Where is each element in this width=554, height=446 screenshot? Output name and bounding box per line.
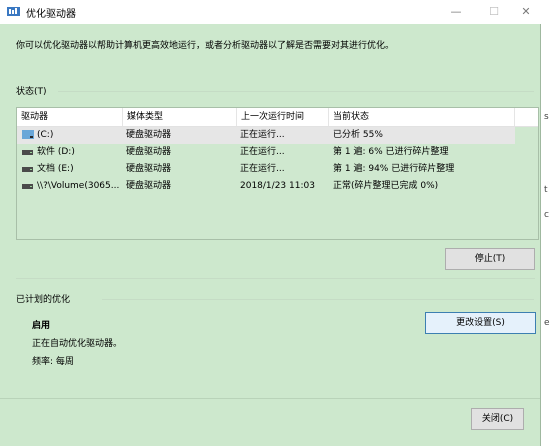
optimize-drives-window: 优化驱动器 — ☐ ✕ 你可以优化驱动器以帮助计算机更高效地运行，或者分析驱动器… <box>0 0 541 446</box>
scheduled-section-label: 已计划的优化 <box>16 295 71 305</box>
footer-divider <box>0 398 540 399</box>
scheduled-top-divider <box>16 278 535 279</box>
drive-status: 已分析 55% <box>333 130 383 140</box>
drive-status: 第 1 遍: 6% 已进行碎片整理 <box>333 147 449 157</box>
minimize-button[interactable]: — <box>443 3 469 21</box>
drive-last-run: 正在运行... <box>240 130 285 140</box>
drive-name: 文档 (E:) <box>37 164 74 174</box>
drive-media-type: 硬盘驱动器 <box>126 181 172 191</box>
drive-last-run: 正在运行... <box>240 164 285 174</box>
drive-row[interactable]: (C:) 硬盘驱动器 正在运行... 已分析 55% <box>17 127 515 144</box>
drive-name: 软件 (D:) <box>37 147 75 157</box>
background-fragment: c <box>544 210 549 220</box>
close-button[interactable]: 关闭(C) <box>471 408 524 430</box>
background-fragment: e <box>544 318 550 328</box>
drive-row[interactable]: 文档 (E:) 硬盘驱动器 正在运行... 第 1 遍: 94% 已进行碎片整理 <box>17 161 515 178</box>
drive-last-run: 正在运行... <box>240 147 285 157</box>
scheduled-frequency: 频率: 每周 <box>32 357 74 367</box>
column-header-drive[interactable]: 驱动器 <box>17 108 123 126</box>
close-window-button[interactable]: ✕ <box>513 3 539 21</box>
drive-name: (C:) <box>37 130 54 140</box>
scheduled-detail: 正在自动优化驱动器。 <box>32 339 123 349</box>
status-divider <box>58 91 534 92</box>
background-fragment: t <box>544 185 548 195</box>
hard-drive-icon <box>22 184 33 189</box>
drive-status: 第 1 遍: 94% 已进行碎片整理 <box>333 164 455 174</box>
maximize-button[interactable]: ☐ <box>481 3 507 21</box>
drive-media-type: 硬盘驱动器 <box>126 147 172 157</box>
background-window-edge: s t c e <box>541 0 554 446</box>
change-settings-button[interactable]: 更改设置(S) <box>425 312 536 334</box>
scheduled-state: 启用 <box>32 321 51 331</box>
column-header-current-status[interactable]: 当前状态 <box>329 108 515 126</box>
hard-drive-icon <box>22 167 33 172</box>
drive-name: \\?\Volume(3065... <box>37 181 120 191</box>
drive-row[interactable]: 软件 (D:) 硬盘驱动器 正在运行... 第 1 遍: 6% 已进行碎片整理 <box>17 144 515 161</box>
stop-button[interactable]: 停止(T) <box>445 248 535 270</box>
status-section-label: 状态(T) <box>16 87 47 97</box>
drive-row[interactable]: \\?\Volume(3065... 硬盘驱动器 2018/1/23 11:03… <box>17 178 515 195</box>
description-text: 你可以优化驱动器以帮助计算机更高效地运行，或者分析驱动器以了解是否需要对其进行优… <box>16 41 395 51</box>
background-fragment: s <box>544 112 549 122</box>
column-header-last-run[interactable]: 上一次运行时间 <box>237 108 329 126</box>
drive-media-type: 硬盘驱动器 <box>126 164 172 174</box>
title-bar[interactable]: 优化驱动器 — ☐ ✕ <box>0 0 541 24</box>
drive-media-type: 硬盘驱动器 <box>126 130 172 140</box>
drive-last-run: 2018/1/23 11:03 <box>240 181 315 191</box>
system-drive-icon <box>22 130 34 139</box>
scheduled-divider <box>102 299 534 300</box>
optimize-drives-app-icon <box>7 7 20 16</box>
drive-list-header: 驱动器 媒体类型 上一次运行时间 当前状态 <box>17 108 538 127</box>
window-title: 优化驱动器 <box>26 9 76 20</box>
column-header-media-type[interactable]: 媒体类型 <box>123 108 237 126</box>
hard-drive-icon <box>22 150 33 155</box>
drive-list[interactable]: 驱动器 媒体类型 上一次运行时间 当前状态 (C:) 硬盘驱动器 正在运行...… <box>16 107 539 240</box>
drive-status: 正常(碎片整理已完成 0%) <box>333 181 439 191</box>
